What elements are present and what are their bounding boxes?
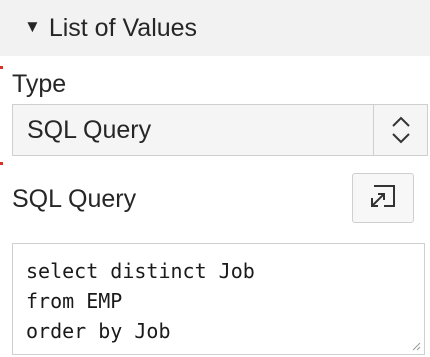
select-updown-chevron-icon[interactable] [373, 105, 427, 155]
type-select[interactable]: SQL Query [12, 104, 428, 156]
open-code-editor-icon [368, 182, 398, 215]
code-line: order by Job [26, 319, 171, 343]
resize-handle-icon[interactable] [412, 342, 421, 351]
required-marker [0, 66, 3, 69]
code-line: select distinct Job [26, 259, 255, 283]
type-label: Type [12, 70, 67, 98]
sql-query-code-editor[interactable]: select distinct Job from EMP order by Job [12, 243, 425, 355]
required-marker [0, 162, 3, 165]
type-select-value: SQL Query [27, 115, 152, 144]
triangle-down-icon: ▼ [24, 17, 41, 36]
open-code-editor-button[interactable] [352, 173, 414, 223]
list-of-values-section-header[interactable]: ▼ List of Values [0, 0, 430, 56]
code-line: from EMP [26, 289, 123, 313]
section-title: List of Values [48, 13, 198, 42]
sql-query-label: SQL Query [12, 185, 137, 213]
